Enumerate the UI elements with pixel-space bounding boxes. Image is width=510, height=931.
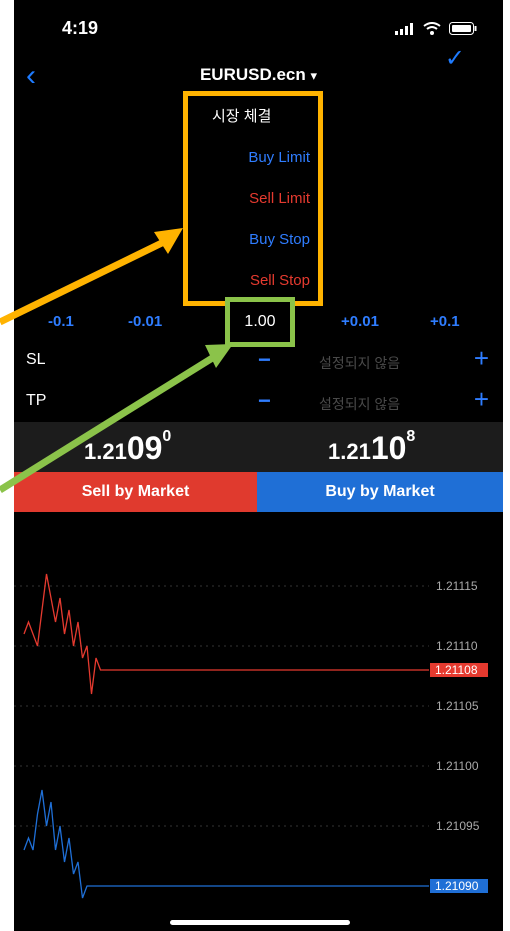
current-price-label: 1.21090 xyxy=(435,879,479,893)
trade-buttons: Sell by Market Buy by Market xyxy=(14,472,503,512)
symbol-title: EURUSD.ecn xyxy=(199,65,306,84)
price-series-line xyxy=(23,573,429,695)
price-tick-label: 1.21100 xyxy=(436,759,479,773)
order-type-sell-limit[interactable]: Sell Limit xyxy=(188,178,318,219)
status-time: 4:19 xyxy=(62,18,99,38)
order-type-buy-stop[interactable]: Buy Stop xyxy=(188,219,318,260)
buy-quote-sup: 8 xyxy=(406,427,416,445)
volume-plus-big-button[interactable]: +0.1 xyxy=(430,313,460,330)
status-icons xyxy=(395,22,477,35)
price-tick-label: 1.21115 xyxy=(436,579,478,593)
volume-plus-small-button[interactable]: +0.01 xyxy=(341,313,379,330)
wifi-icon xyxy=(423,22,441,35)
tp-row: TP − 설정되지 않음 + xyxy=(14,384,503,416)
tp-label: TP xyxy=(26,392,47,409)
quote-bar: 1.21090 1.21108 xyxy=(14,422,503,472)
buy-quote-big: 10 xyxy=(370,430,407,466)
sl-value[interactable]: 설정되지 않음 xyxy=(319,353,400,373)
order-type-market[interactable]: 시장 체결 xyxy=(188,96,318,137)
price-tick-label: 1.21105 xyxy=(436,699,479,713)
volume-minus-big-button[interactable]: -0.1 xyxy=(48,313,74,330)
status-bar: 4:19 xyxy=(14,0,503,60)
sl-label: SL xyxy=(26,351,46,368)
volume-value[interactable]: 1.00 xyxy=(225,297,295,347)
order-type-menu: 시장 체결 Buy Limit Sell Limit Buy Stop Sell… xyxy=(183,91,323,306)
sell-quote-sup: 0 xyxy=(162,427,172,445)
buy-by-market-button[interactable]: Buy by Market xyxy=(257,472,503,512)
nav-bar: ‹ EURUSD.ecn ▾ xyxy=(14,55,503,95)
price-tick-label: 1.21110 xyxy=(436,639,478,653)
sell-by-market-button[interactable]: Sell by Market xyxy=(14,472,257,512)
order-type-sell-stop[interactable]: Sell Stop xyxy=(188,260,318,301)
current-price-label: 1.21108 xyxy=(435,663,478,677)
volume-minus-small-button[interactable]: -0.01 xyxy=(128,313,162,330)
sell-quote: 1.21090 xyxy=(84,427,172,467)
tp-value[interactable]: 설정되지 않음 xyxy=(319,394,400,414)
signal-icon xyxy=(395,22,413,35)
buy-quote: 1.21108 xyxy=(328,427,416,467)
order-type-buy-limit[interactable]: Buy Limit xyxy=(188,137,318,178)
price-series-line xyxy=(23,789,429,899)
sl-plus-button[interactable]: + xyxy=(474,343,489,374)
sl-row: SL − 설정되지 않음 + xyxy=(14,343,503,375)
home-indicator xyxy=(170,920,350,925)
dropdown-arrow-icon: ▾ xyxy=(310,68,318,83)
buy-quote-prefix: 1.21 xyxy=(328,439,371,464)
sell-quote-big: 09 xyxy=(126,430,163,466)
tick-chart: 1.21115 1.21110 1.21105 1.21100 1.21095 1.211… xyxy=(14,573,488,899)
sell-quote-prefix: 1.21 xyxy=(84,439,127,464)
price-tick-label: 1.21095 xyxy=(436,819,480,833)
battery-icon xyxy=(449,22,477,35)
checkmark-icon[interactable]: ✓ xyxy=(445,44,465,73)
tp-plus-button[interactable]: + xyxy=(474,384,489,415)
phone-screen: 4:19 ‹ EURUSD.ecn ▾ ✓ 시장 체결 Buy Limit Se… xyxy=(14,0,503,931)
tp-minus-button[interactable]: − xyxy=(258,388,271,414)
sl-minus-button[interactable]: − xyxy=(258,347,271,373)
symbol-selector[interactable]: EURUSD.ecn ▾ xyxy=(14,65,503,85)
